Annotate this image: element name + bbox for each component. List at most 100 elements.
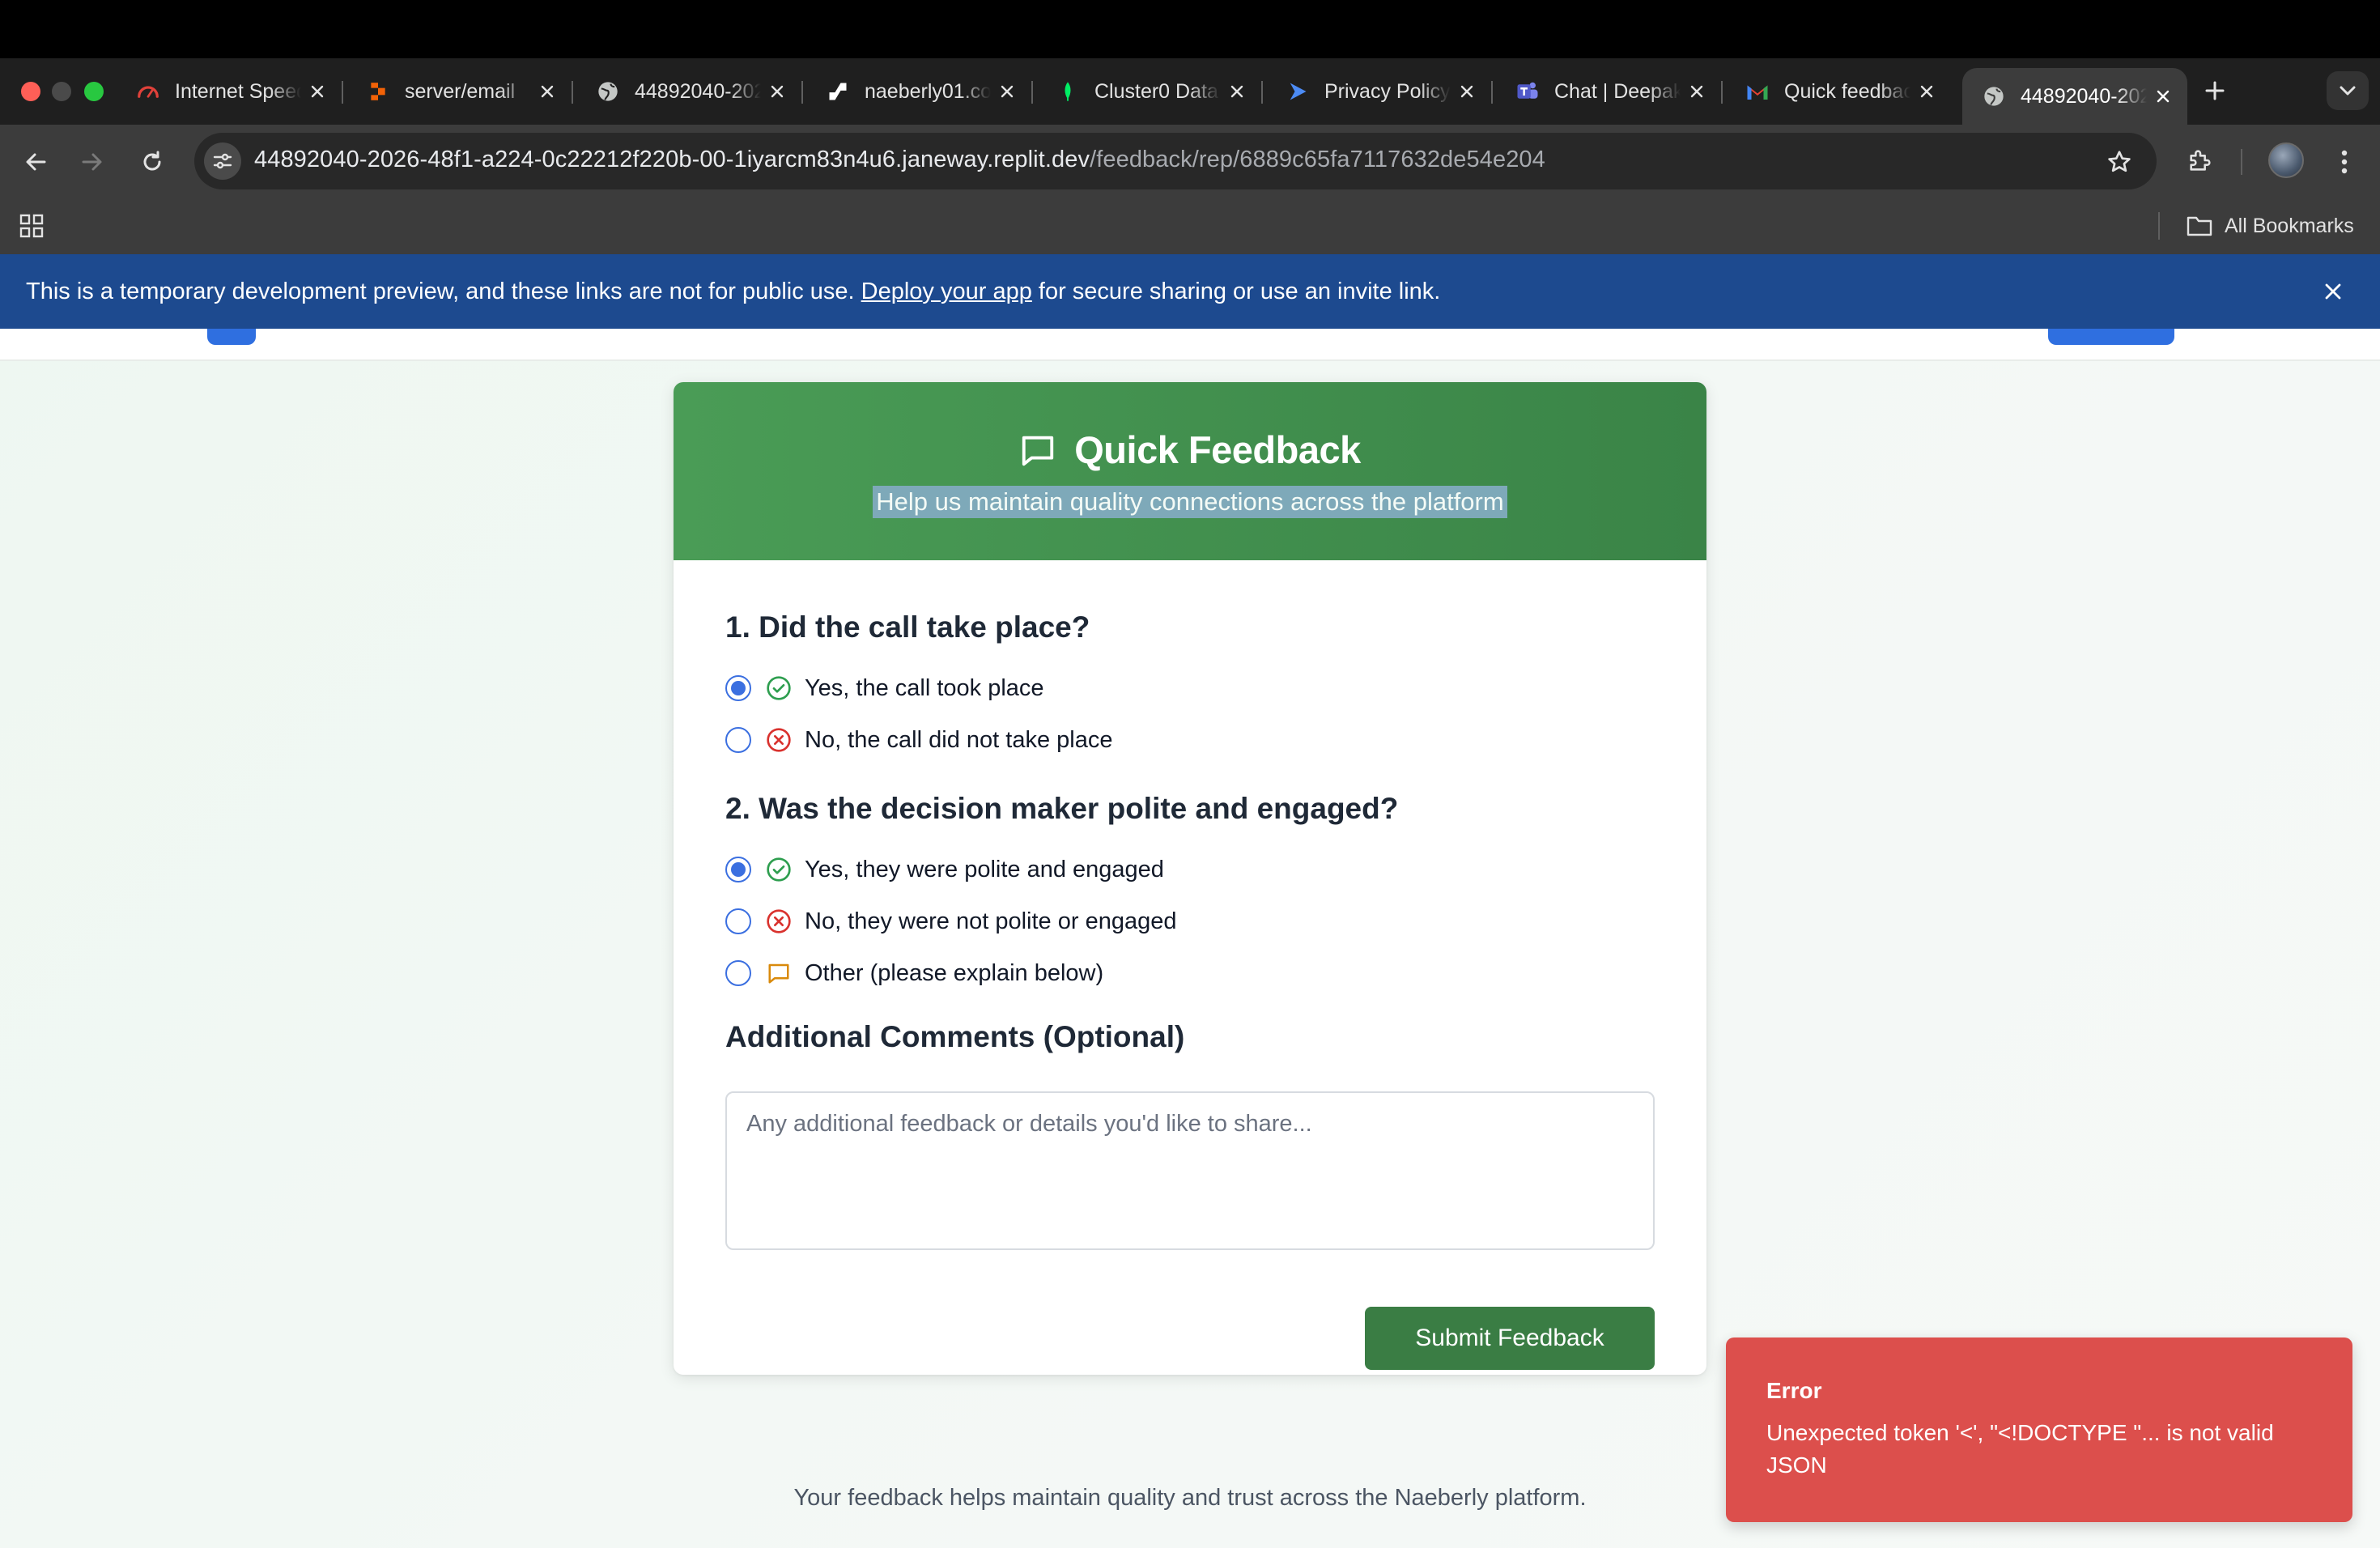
browser-tab-active[interactable]: 44892040-2026 [1962, 68, 2187, 125]
radio-button[interactable] [725, 857, 751, 882]
close-tab-icon[interactable] [1685, 80, 1708, 103]
q2-option-yes[interactable]: Yes, they were polite and engaged [725, 853, 1164, 886]
extensions-button[interactable] [2182, 142, 2218, 178]
close-tab-icon[interactable] [1456, 80, 1478, 103]
radio-button[interactable] [725, 727, 751, 753]
more-vertical-icon [2341, 150, 2348, 174]
option-label: Other (please explain below) [805, 959, 1104, 986]
close-banner-button[interactable] [2317, 275, 2349, 308]
brand-icon [826, 79, 850, 104]
tab-title: naeberly01.com [865, 79, 991, 103]
all-bookmarks-label: All Bookmarks [2225, 214, 2354, 237]
folder-icon [2187, 216, 2212, 236]
browser-tab[interactable]: Internet Speed Test [117, 68, 343, 115]
error-toast[interactable]: Error Unexpected token '<', "<!DOCTYPE "… [1726, 1337, 2352, 1522]
tab-title: server/email [405, 79, 516, 103]
tune-icon [213, 153, 232, 169]
option-label: Yes, the call took place [805, 674, 1044, 701]
speedometer-icon [136, 79, 160, 104]
reload-icon [143, 151, 161, 171]
chevron-down-icon [2340, 86, 2356, 96]
q2-option-no[interactable]: No, they were not polite or engaged [725, 905, 1176, 938]
browser-tab[interactable]: Quick feedback [1726, 68, 1951, 115]
form-subtitle: Help us maintain quality connections acr… [873, 486, 1507, 518]
close-tab-icon[interactable] [306, 80, 329, 103]
toast-message: Unexpected token '<', "<!DOCTYPE "... is… [1766, 1420, 2274, 1478]
toast-title: Error [1766, 1378, 1822, 1403]
option-label: No, they were not polite or engaged [805, 908, 1177, 934]
card-header: Quick Feedback Help us maintain quality … [674, 382, 1706, 560]
close-window-button[interactable] [21, 82, 40, 101]
question-2-label: 2. Was the decision maker polite and eng… [725, 792, 1399, 825]
url-path: /feedback/rep/6889c65fa7117632de54e204 [1090, 147, 1545, 172]
teams-icon [1515, 79, 1540, 104]
x-circle-icon [766, 908, 792, 934]
close-tab-icon[interactable] [766, 80, 788, 103]
close-tab-icon[interactable] [536, 80, 559, 103]
all-bookmarks-button[interactable]: All Bookmarks [2186, 212, 2354, 240]
card-subtitle-wrap: Help us maintain quality connections acr… [674, 486, 1706, 518]
dev-preview-banner: This is a temporary development preview,… [0, 254, 2380, 329]
question-1-label: 1. Did the call take place? [725, 610, 1090, 644]
browser-tab[interactable]: server/email [346, 68, 573, 115]
q2-option-other[interactable]: Other (please explain below) [725, 957, 1103, 989]
new-tab-button[interactable] [2199, 74, 2231, 107]
browser-tab[interactable]: Cluster0 Data [1036, 68, 1263, 115]
message-square-icon [1022, 436, 1054, 466]
star-icon [2108, 151, 2131, 172]
browser-tab[interactable]: 44892040-2026 [576, 68, 803, 115]
browser-menu-button[interactable] [2328, 144, 2361, 180]
tab-search-button[interactable] [2327, 71, 2369, 110]
close-tab-icon[interactable] [996, 80, 1018, 103]
close-tab-icon[interactable] [1915, 80, 1938, 103]
bookmark-star-button[interactable] [2102, 144, 2137, 180]
arrow-left-icon [26, 153, 46, 171]
globe-icon [596, 79, 620, 104]
tab-title: Cluster0 Data [1094, 79, 1218, 103]
tab-title: 44892040-2026 [635, 79, 761, 103]
url-host: 44892040-2026-48f1-a224-0c22212f220b-00-… [254, 147, 1090, 172]
browser-tab[interactable]: Privacy Policy [1266, 68, 1493, 115]
puzzle-icon [2190, 150, 2211, 171]
reload-button[interactable] [134, 144, 170, 180]
check-circle-icon [766, 675, 792, 701]
comments-textarea[interactable] [725, 1091, 1655, 1250]
back-button[interactable] [18, 144, 53, 180]
browser-tab[interactable]: naeberly01.com [806, 68, 1033, 115]
radio-button[interactable] [725, 908, 751, 934]
apps-grid-icon[interactable] [18, 212, 45, 240]
deploy-app-link[interactable]: Deploy your app [861, 279, 1032, 305]
bookmarks-bar [0, 198, 2380, 254]
page-viewport: This is a temporary development preview,… [0, 254, 2380, 1548]
close-tab-icon[interactable] [2152, 85, 2174, 108]
minimize-window-button[interactable] [52, 82, 71, 101]
browser-tab[interactable]: Chat | Deepak [1496, 68, 1723, 115]
form-title: Quick Feedback [1074, 428, 1361, 471]
tab-title: 44892040-2026 [2021, 84, 2147, 108]
gmail-icon [1745, 79, 1770, 104]
check-circle-icon [766, 857, 792, 882]
repl-icon [366, 79, 390, 104]
q1-option-no[interactable]: No, the call did not take place [725, 724, 1112, 756]
globe-icon [1982, 84, 2006, 108]
nav-button-fragment[interactable] [2048, 327, 2174, 345]
site-info-button[interactable] [204, 142, 241, 180]
tab-title: Privacy Policy [1324, 79, 1451, 103]
url-text[interactable]: 44892040-2026-48f1-a224-0c22212f220b-00-… [254, 147, 1545, 173]
maximize-window-button[interactable] [84, 82, 104, 101]
radio-button[interactable] [725, 675, 751, 701]
tab-title: Chat | Deepak [1554, 79, 1681, 103]
arrow-right-icon [82, 153, 102, 171]
q1-option-yes[interactable]: Yes, the call took place [725, 672, 1044, 704]
close-tab-icon[interactable] [1226, 80, 1248, 103]
menu-bar-area [0, 0, 2380, 58]
option-label: No, the call did not take place [805, 726, 1113, 753]
message-square-icon [766, 960, 792, 986]
profile-avatar[interactable] [2268, 142, 2304, 178]
nav-logo-fragment[interactable] [207, 327, 256, 345]
tab-title: Quick feedback [1784, 79, 1910, 103]
forward-button[interactable] [74, 144, 110, 180]
option-label: Yes, they were polite and engaged [805, 856, 1164, 882]
submit-feedback-button[interactable]: Submit Feedback [1365, 1307, 1655, 1370]
radio-button[interactable] [725, 960, 751, 986]
